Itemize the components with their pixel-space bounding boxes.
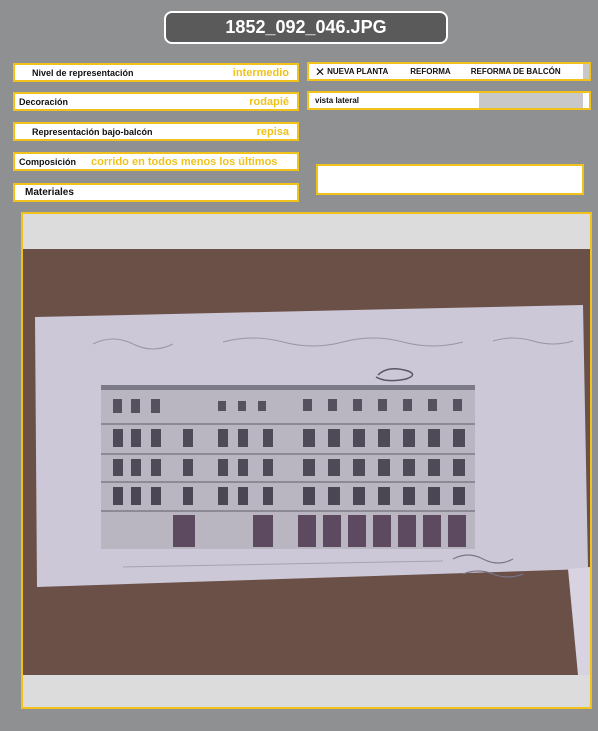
- tag-bar: ✕ NUEVA PLANTA REFORMA REFORMA DE BALCÓN: [307, 62, 591, 81]
- field-decoracion: Decoración rodapié: [13, 92, 299, 111]
- field-bajo-balcon: Representación bajo-balcón repisa: [13, 122, 299, 141]
- tag-reforma[interactable]: REFORMA: [410, 67, 450, 76]
- field-bajo-balcon-label: Representación bajo-balcón: [32, 126, 153, 137]
- view-bar: vista lateral: [307, 91, 591, 110]
- tag-reforma-balcon[interactable]: REFORMA DE BALCÓN: [471, 67, 561, 76]
- close-icon[interactable]: ✕: [315, 65, 325, 79]
- field-materiales-label: Materiales: [25, 187, 74, 198]
- field-decoracion-value: rodapié: [249, 95, 289, 108]
- field-materiales: Materiales: [13, 183, 299, 202]
- field-bajo-balcon-value: repisa: [256, 125, 289, 138]
- field-nivel: Nivel de representación intermedio: [13, 63, 299, 82]
- field-composicion-value: corrido en todos menos los últimos: [91, 155, 278, 168]
- file-title: 1852_092_046.JPG: [164, 11, 448, 44]
- field-nivel-label: Nivel de representación: [32, 67, 134, 78]
- field-composicion: Composición corrido en todos menos los ú…: [13, 152, 299, 171]
- architectural-drawing: [35, 305, 590, 675]
- document-photo: [23, 249, 590, 675]
- field-decoracion-label: Decoración: [19, 96, 69, 107]
- notes-input[interactable]: [316, 164, 584, 195]
- tag-nueva-planta[interactable]: NUEVA PLANTA: [327, 67, 388, 76]
- field-nivel-value: intermedio: [232, 66, 289, 79]
- image-panel: [21, 212, 592, 709]
- view-label: vista lateral: [315, 96, 360, 105]
- field-composicion-label: Composición: [19, 156, 77, 167]
